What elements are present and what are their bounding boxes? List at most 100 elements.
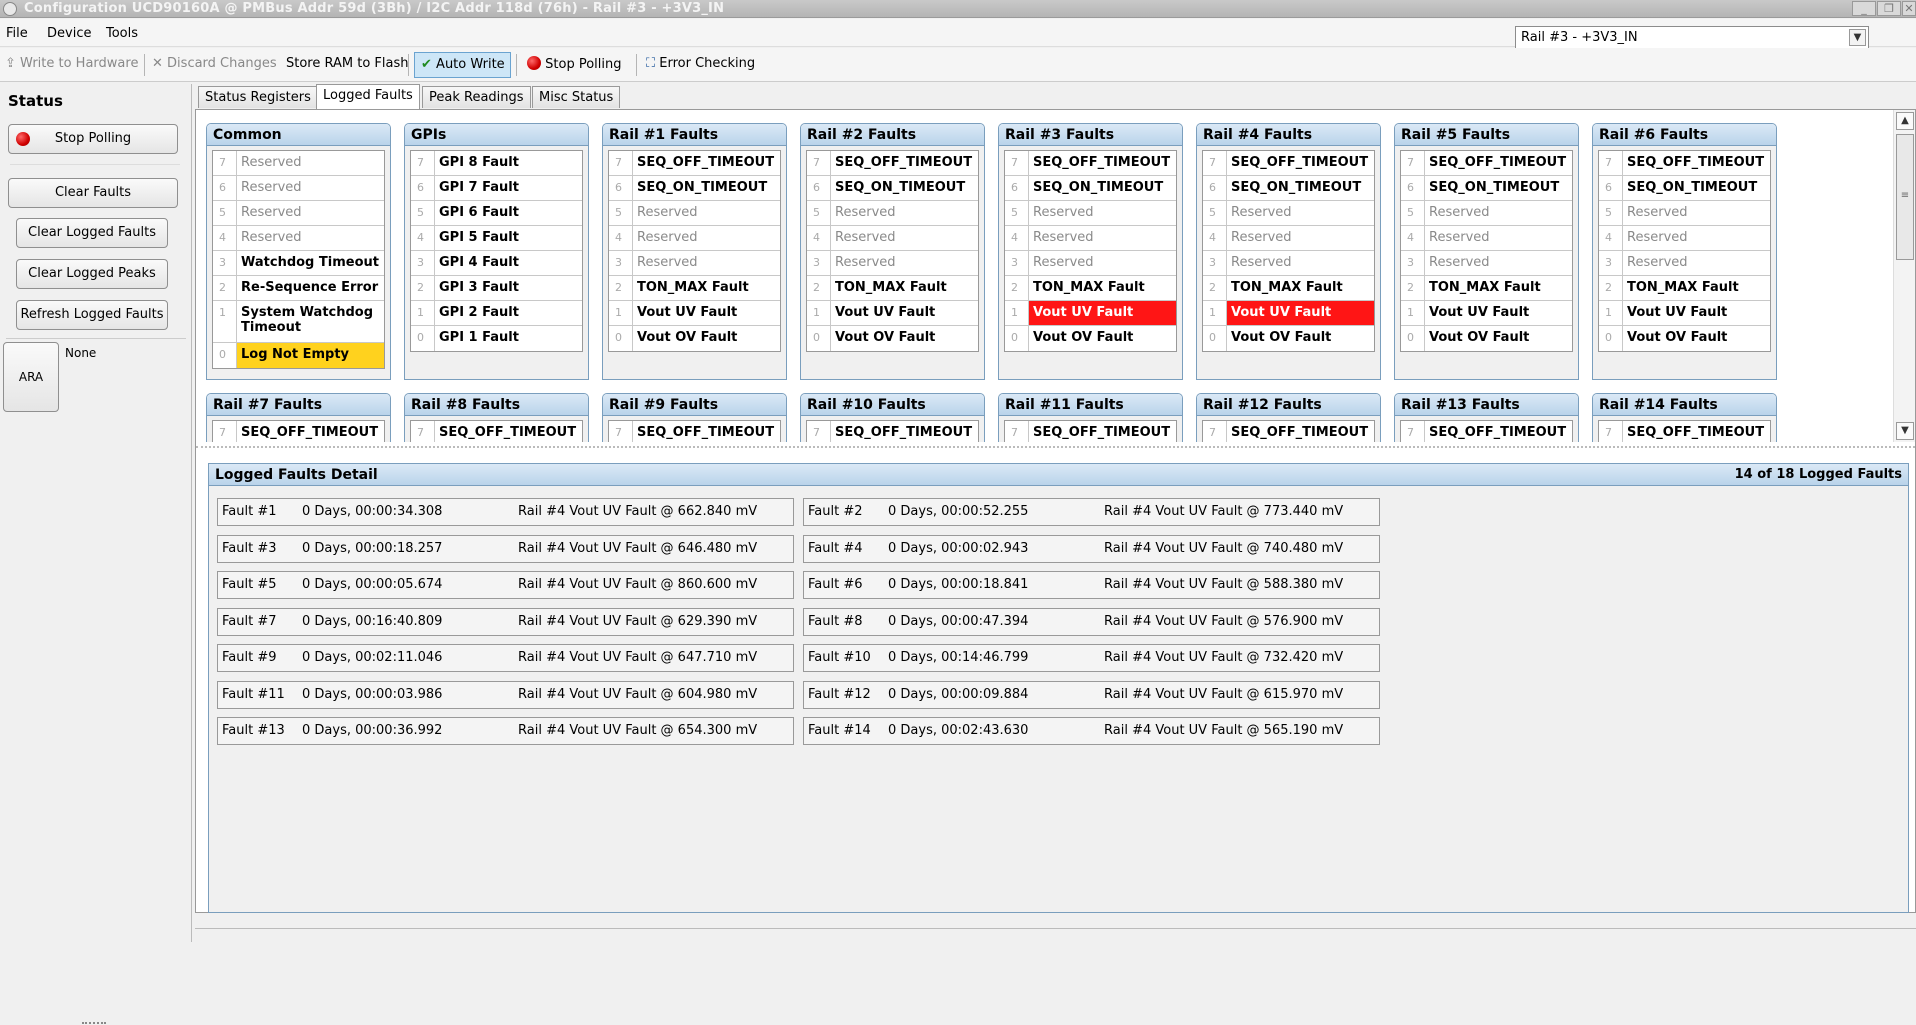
fault-bit-list: 7 Reserved 6 Reserved 5 Reserved 4 Reserved 3 Wat… [212, 150, 385, 369]
fault-bit: 2 Re-Sequence Error [213, 276, 384, 301]
bit-label: TON_MAX Fault [1429, 280, 1541, 295]
error-checking-button[interactable]: ⛶ Error Checking [646, 56, 755, 71]
fault-row: Fault #5 0 Days, 00:00:05.674 Rail #4 Vout… [217, 571, 794, 599]
bit-number: 7 [1599, 151, 1623, 175]
fault-panel-title: Rail #5 Faults [1395, 124, 1578, 146]
fault-bit: 3 Reserved [1401, 251, 1572, 276]
fault-panel-title: Rail #3 Faults [999, 124, 1182, 146]
rail-select[interactable]: Rail #3 - +3V3_IN ▼ [1515, 26, 1869, 49]
fault-row: Fault #9 0 Days, 00:02:11.046 Rail #4 Vout… [217, 644, 794, 672]
auto-write-toggle[interactable]: ✔ Auto Write [414, 52, 511, 78]
bit-number: 7 [807, 421, 831, 442]
menu-file[interactable]: File [6, 26, 28, 41]
bit-label: GPI 7 Fault [439, 180, 519, 195]
fault-panel-title: GPIs [405, 124, 588, 146]
toolbar: ⇪ Write to Hardware ✕ Discard Changes St… [0, 48, 1916, 82]
fault-panel-title: Rail #9 Faults [603, 394, 786, 416]
refresh-logged-faults-button[interactable]: Refresh Logged Faults [16, 300, 168, 330]
fault-bit: 2 TON_MAX Fault [1005, 276, 1176, 301]
bit-label: Reserved [241, 155, 302, 170]
fault-bit: 7 SEQ_OFF_TIMEOUT [609, 151, 780, 176]
bit-label: TON_MAX Fault [637, 280, 749, 295]
tab-logged-faults[interactable]: Logged Faults [316, 84, 420, 109]
discard-changes-button[interactable]: ✕ Discard Changes [152, 56, 277, 71]
bit-label: Vout OV Fault [835, 330, 936, 345]
vertical-scrollbar[interactable]: ▲ ≡ ▼ [1893, 110, 1915, 442]
bit-number: 3 [1401, 251, 1425, 275]
tab-status-registers[interactable]: Status Registers [198, 86, 318, 108]
fault-time: 0 Days, 00:02:43.630 [888, 723, 1029, 738]
bit-number: 7 [1401, 421, 1425, 442]
fault-description: Rail #4 Vout UV Fault @ 647.710 mV [518, 650, 758, 665]
write-to-hardware-button[interactable]: ⇪ Write to Hardware [5, 56, 138, 71]
bit-label: GPI 8 Fault [439, 155, 519, 170]
bit-number: 7 [1599, 421, 1623, 442]
stop-polling-toolbar-button[interactable]: Stop Polling [527, 56, 621, 72]
minimize-icon[interactable]: _ [1852, 1, 1876, 16]
bit-number: 0 [213, 343, 237, 368]
bit-number: 6 [807, 176, 831, 200]
bit-label: SEQ_ON_TIMEOUT [835, 180, 966, 195]
fault-panel: Common 7 Reserved 6 Reserved 5 Reserved 4 Reserv… [206, 123, 391, 380]
clear-logged-peaks-button[interactable]: Clear Logged Peaks [16, 259, 168, 289]
fault-description: Rail #4 Vout UV Fault @ 732.420 mV [1104, 650, 1344, 665]
store-ram-to-flash-button[interactable]: Store RAM to Flash [286, 56, 409, 71]
fault-bit: 3 Reserved [1599, 251, 1770, 276]
tab-misc-status[interactable]: Misc Status [532, 86, 621, 108]
menu-device[interactable]: Device [47, 26, 91, 41]
fault-bit: 7 SEQ_OFF_TIMEOUT [1203, 421, 1374, 442]
bit-label: Reserved [835, 205, 896, 220]
fault-description: Rail #4 Vout UV Fault @ 588.380 mV [1104, 577, 1344, 592]
bit-label: Vout UV Fault [1029, 301, 1176, 325]
fault-bit: 7 GPI 8 Fault [411, 151, 582, 176]
close-icon[interactable]: ✕ [1902, 1, 1916, 16]
fault-bit: 5 Reserved [1401, 201, 1572, 226]
fault-id: Fault #2 [808, 504, 863, 519]
bit-label: Vout UV Fault [835, 305, 936, 320]
bit-number: 3 [1203, 251, 1227, 275]
fault-time: 0 Days, 00:00:18.257 [302, 540, 443, 556]
fault-bit: 6 SEQ_ON_TIMEOUT [1599, 176, 1770, 201]
fault-bit-list: 7 SEQ_OFF_TIMEOUT 6 SEQ_ON_TIMEOUT 5 Reserved… [608, 150, 781, 352]
scroll-down-icon[interactable]: ▼ [1896, 422, 1914, 440]
fault-bit: 3 Watchdog Timeout [213, 251, 384, 276]
scroll-thumb[interactable]: ≡ [1896, 134, 1914, 260]
fault-bit: 3 Reserved [807, 251, 978, 276]
fault-panel: Rail #4 Faults 7 SEQ_OFF_TIMEOUT 6 SEQ_ON_TI… [1196, 123, 1381, 380]
bit-label: Vout OV Fault [1231, 330, 1332, 345]
menu-tools[interactable]: Tools [106, 26, 138, 41]
fault-bit: 7 SEQ_OFF_TIMEOUT [807, 151, 978, 176]
fault-bit: 1 GPI 2 Fault [411, 301, 582, 326]
fault-panel: Rail #12 Faults 7 SEQ_OFF_TIMEOUT [1196, 393, 1381, 442]
bit-label: SEQ_OFF_TIMEOUT [1231, 155, 1369, 170]
bit-number: 1 [807, 301, 831, 325]
fault-bit: 2 TON_MAX Fault [807, 276, 978, 301]
fault-description: Rail #4 Vout UV Fault @ 576.900 mV [1104, 613, 1344, 629]
bit-number: 0 [807, 326, 831, 351]
stop-polling-button[interactable]: Stop Polling [8, 124, 178, 154]
fault-id: Fault #5 [222, 577, 277, 592]
fault-row: Fault #6 0 Days, 00:00:18.841 Rail #4 Vout… [803, 571, 1380, 599]
scroll-up-icon[interactable]: ▲ [1896, 112, 1914, 130]
chevron-down-icon[interactable]: ▼ [1849, 29, 1866, 46]
bit-label: TON_MAX Fault [1627, 280, 1739, 295]
fault-bit: 2 TON_MAX Fault [1401, 276, 1572, 301]
fault-id: Fault #12 [808, 686, 871, 702]
bit-label: TON_MAX Fault [835, 280, 947, 295]
rail-select-value: Rail #3 - +3V3_IN [1521, 30, 1638, 45]
clear-logged-faults-button[interactable]: Clear Logged Faults [16, 218, 168, 248]
fault-row: Fault #12 0 Days, 00:00:09.884 Rail #4 Vou… [803, 680, 1380, 709]
bit-number: 6 [1401, 176, 1425, 200]
fault-bit: 6 Reserved [213, 176, 384, 201]
pane-splitter[interactable] [196, 446, 1915, 452]
bit-label: SEQ_OFF_TIMEOUT [637, 155, 775, 170]
fault-panel: Rail #8 Faults 7 SEQ_OFF_TIMEOUT [404, 393, 589, 442]
fault-bit-list: 7 SEQ_OFF_TIMEOUT [1400, 420, 1573, 442]
tab-peak-readings[interactable]: Peak Readings [422, 86, 531, 108]
fault-bit: 0 Vout OV Fault [609, 326, 780, 351]
bit-label: GPI 1 Fault [439, 330, 519, 345]
bit-number: 2 [411, 276, 435, 300]
clear-faults-button[interactable]: Clear Faults [8, 178, 178, 208]
ara-button[interactable]: ARA [3, 342, 59, 412]
restore-icon[interactable]: ❐ [1877, 1, 1901, 16]
